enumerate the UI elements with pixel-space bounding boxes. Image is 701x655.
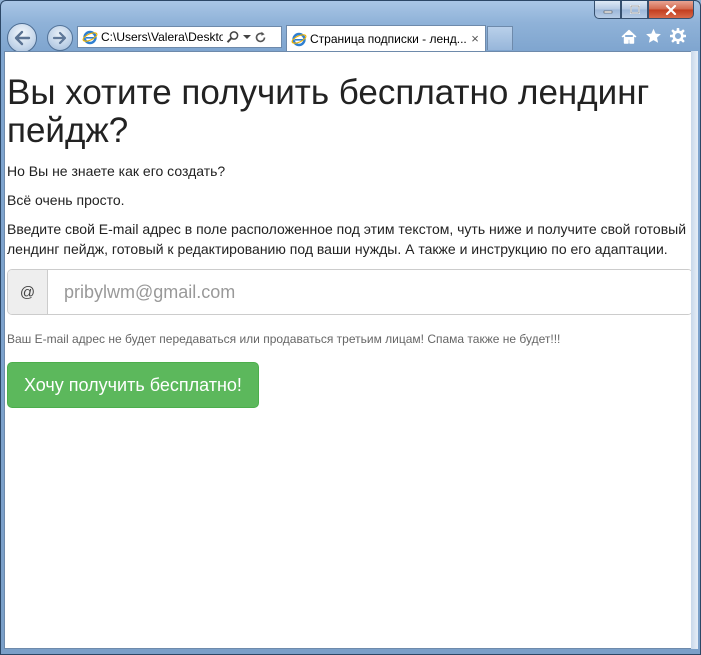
browser-toolbar [621, 28, 686, 44]
page-heading: Вы хотите получить бесплатно лендинг пей… [7, 73, 650, 150]
landing-page: Вы хотите получить бесплатно лендинг пей… [5, 74, 692, 408]
scrollbar[interactable] [691, 51, 698, 649]
privacy-notice: Ваш E-mail адрес не будет передаваться и… [7, 332, 561, 346]
browser-window: C:\Users\Valera\Desktop Страница подписк… [0, 0, 701, 655]
email-input-group: @ [7, 269, 692, 315]
close-icon [665, 4, 677, 15]
forward-arrow-icon [52, 31, 67, 45]
back-button[interactable] [7, 23, 37, 53]
minimize-button[interactable] [594, 1, 621, 19]
intro-simple: Всё очень просто. [7, 192, 125, 208]
gear-icon[interactable] [670, 28, 686, 44]
dropdown-icon[interactable] [243, 34, 251, 40]
minimize-icon [603, 10, 612, 13]
favorites-star-icon[interactable] [645, 28, 662, 44]
email-input[interactable] [48, 270, 692, 314]
address-bar[interactable]: C:\Users\Valera\Desktop [77, 26, 282, 48]
get-free-button[interactable]: Хочу получить бесплатно! [7, 362, 259, 408]
forward-button[interactable] [47, 25, 73, 51]
maximize-button[interactable] [621, 1, 648, 19]
back-arrow-icon [14, 30, 31, 46]
new-tab-button[interactable] [487, 26, 513, 50]
home-icon[interactable] [621, 29, 637, 44]
maximize-icon [629, 5, 640, 14]
email-at-addon: @ [8, 270, 48, 314]
tab-subscription-page[interactable]: Страница подписки - ленд... × [286, 25, 486, 51]
address-text[interactable]: C:\Users\Valera\Desktop [101, 30, 223, 44]
tab-title: Страница подписки - ленд... [310, 31, 467, 46]
close-window-button[interactable] [648, 1, 694, 19]
intro-question: Но Вы не знаете как его создать? [7, 163, 226, 179]
refresh-icon[interactable] [254, 31, 267, 44]
ie-logo-icon [82, 30, 98, 45]
page-viewport: Вы хотите получить бесплатно лендинг пей… [4, 51, 693, 649]
search-icon[interactable] [226, 30, 240, 44]
tab-close-button[interactable]: × [468, 31, 482, 46]
window-controls [594, 1, 694, 21]
intro-instructions: Введите свой E-mail адрес в поле располо… [7, 221, 687, 257]
ie-logo-icon [291, 32, 307, 46]
